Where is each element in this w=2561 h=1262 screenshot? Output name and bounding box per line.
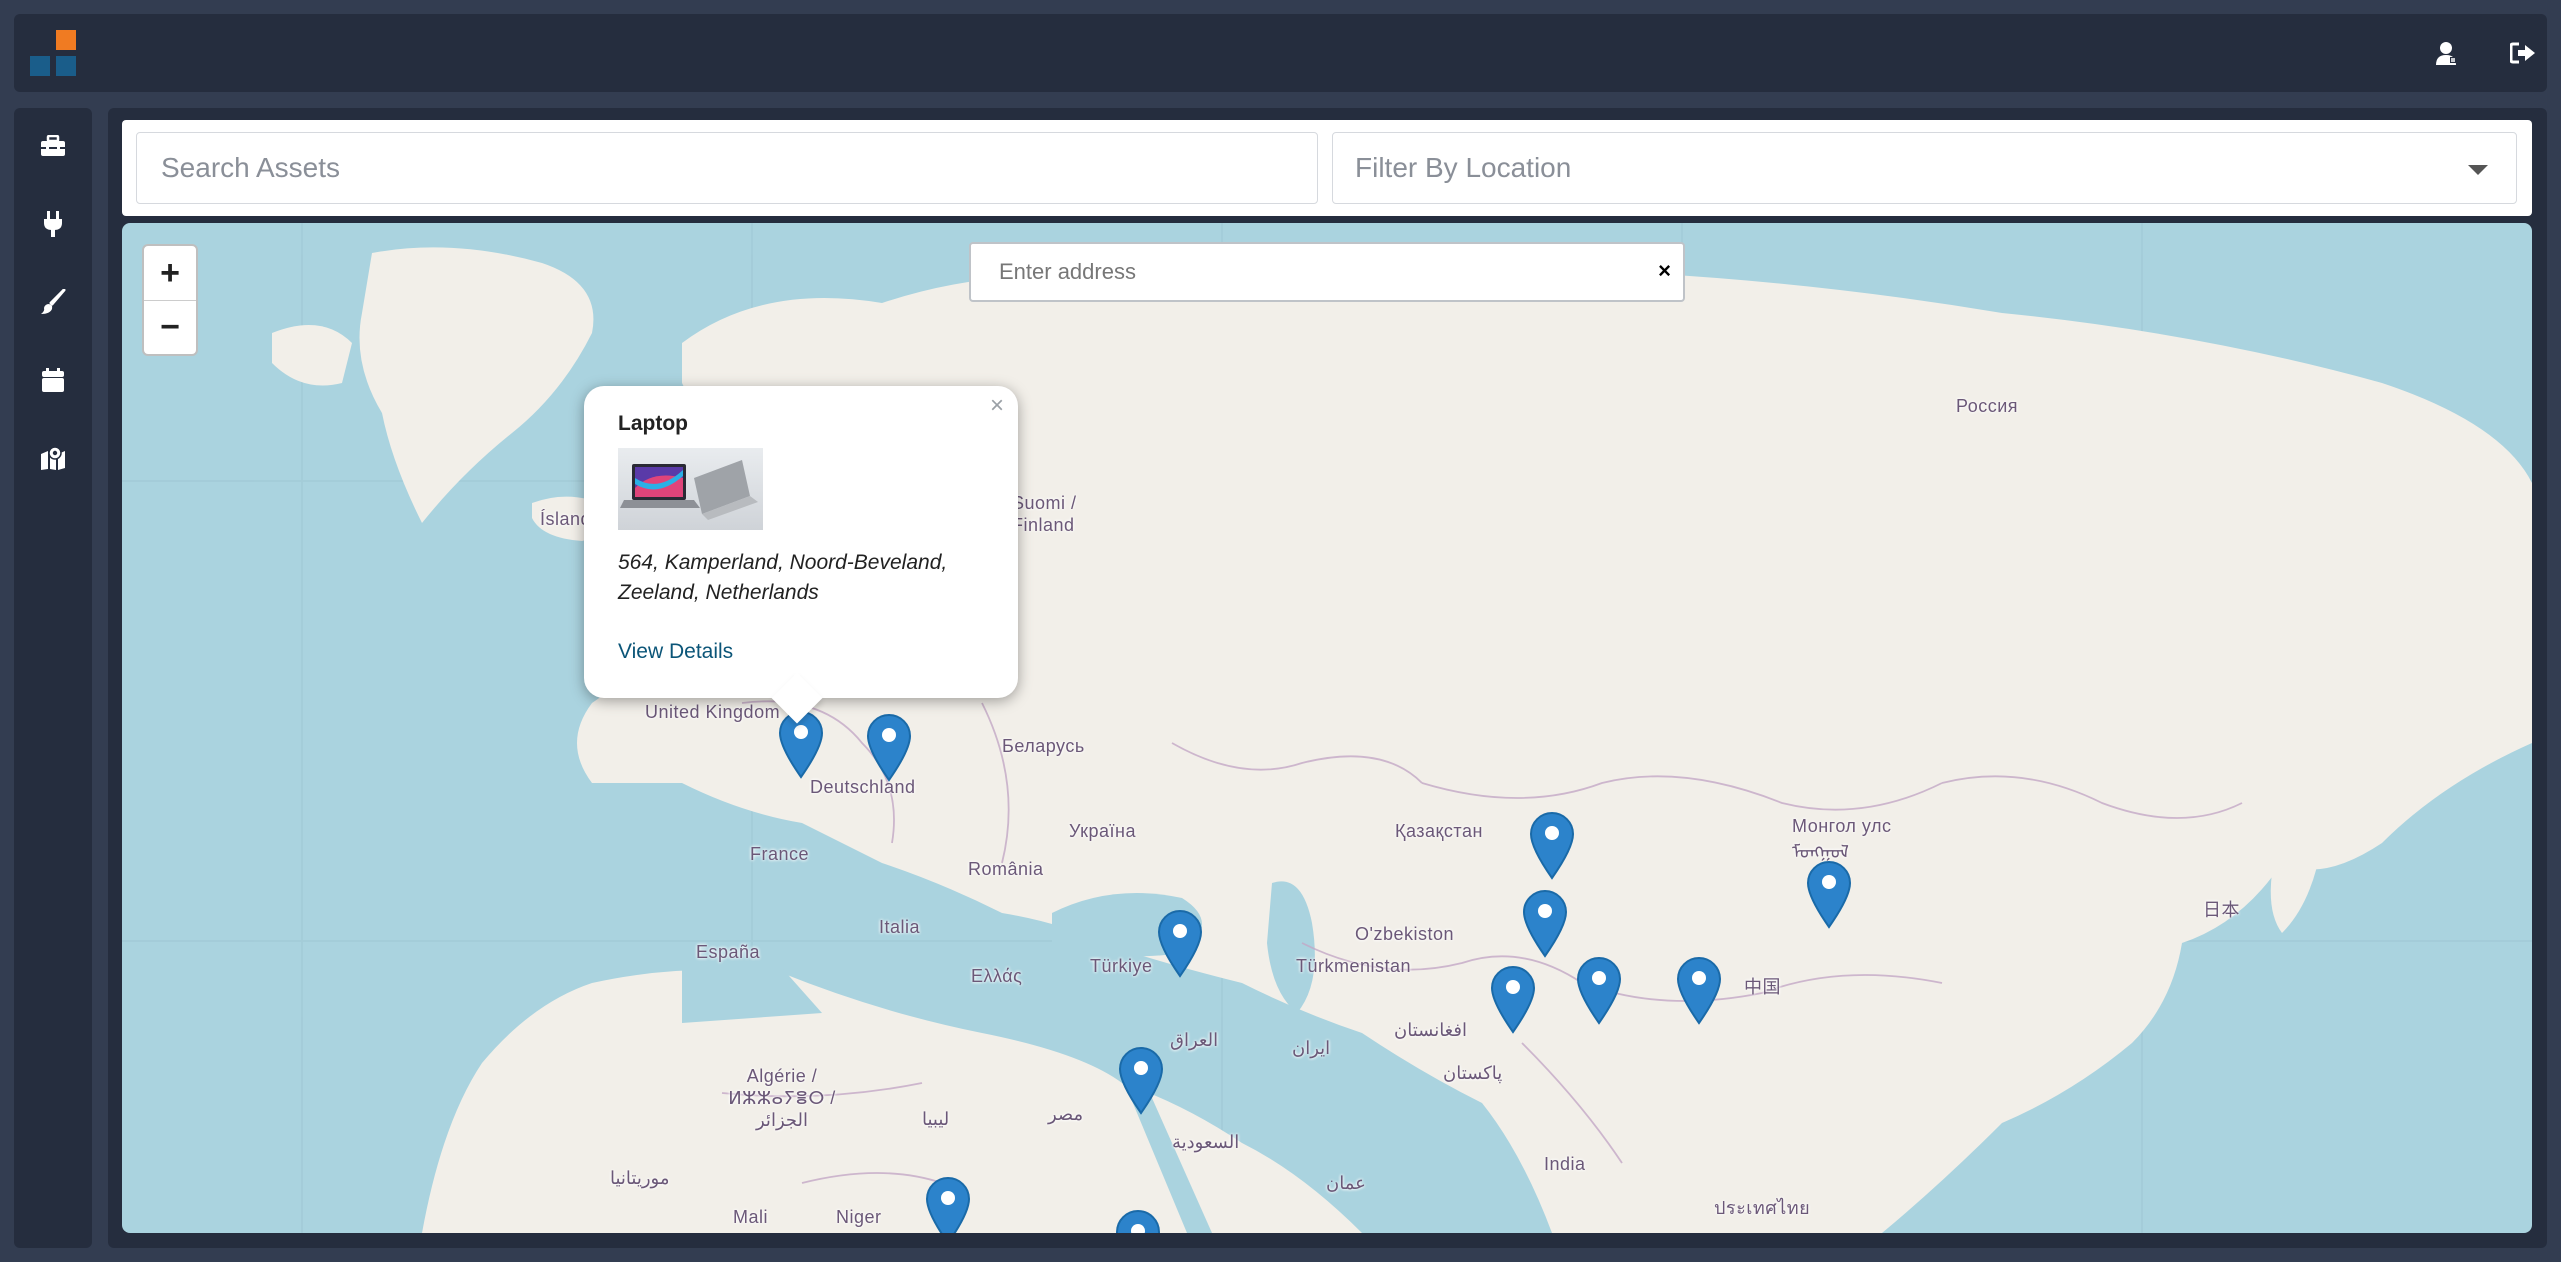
asset-marker[interactable]: [1527, 810, 1577, 880]
asset-marker[interactable]: [1804, 859, 1854, 929]
asset-marker[interactable]: [1155, 908, 1205, 978]
popup-address: 564, Kamperland, Noord-Beveland, Zeeland…: [618, 551, 948, 604]
map-label: Монгол улс ᠮᠣᠩᠭᠣᠯ: [1792, 816, 1892, 862]
asset-marker[interactable]: [1116, 1045, 1166, 1115]
map-label: ایران: [1292, 1038, 1331, 1058]
address-search: ×: [969, 242, 1685, 302]
map-label: افغانستان: [1394, 1020, 1467, 1040]
asset-marker[interactable]: [776, 709, 826, 779]
map-label: Algérie / ⵍⵣⵣⴰⵢⴻⵔ / الجزائر: [728, 1066, 836, 1130]
map-label: مصر: [1048, 1104, 1084, 1124]
map-label: السعودية: [1172, 1132, 1240, 1152]
filter-bar: Filter By Location: [122, 120, 2532, 216]
map-view[interactable]: Россия Ísland Suomi / Finland United Kin…: [122, 223, 2532, 1233]
asset-marker[interactable]: [923, 1175, 973, 1233]
popup-title: Laptop: [618, 412, 688, 435]
calendar-icon[interactable]: [38, 365, 68, 395]
asset-marker[interactable]: [1113, 1208, 1163, 1233]
logout-icon[interactable]: [2508, 38, 2538, 68]
zoom-in-button[interactable]: +: [144, 246, 196, 300]
chevron-down-icon: [2468, 165, 2488, 175]
top-navbar: [14, 14, 2547, 92]
map-label: ليبيا: [922, 1109, 950, 1129]
user-icon[interactable]: [2432, 38, 2462, 68]
map-label: Россия: [1956, 396, 2019, 416]
app-logo[interactable]: [30, 30, 78, 78]
map-label: España: [696, 942, 761, 962]
zoom-control: + −: [142, 244, 198, 356]
location-filter-select[interactable]: Filter By Location: [1332, 132, 2517, 204]
map-label: موريتانيا: [610, 1168, 670, 1188]
map-label: Niger: [836, 1207, 882, 1227]
asset-popup: × Laptop 564, Kamperland, Noord-Beveland…: [584, 386, 1018, 724]
map-label: پاکستان: [1443, 1063, 1503, 1083]
map-label: Mali: [733, 1207, 769, 1227]
zoom-out-button[interactable]: −: [144, 300, 196, 354]
map-label: O'zbekiston: [1355, 924, 1454, 944]
plug-icon[interactable]: [38, 209, 68, 239]
map-label: România: [968, 859, 1044, 879]
map-label: Italia: [879, 917, 921, 937]
map-label: العراق: [1170, 1030, 1219, 1050]
map-label: Ελλάς: [971, 966, 1023, 986]
toolbox-icon[interactable]: [38, 131, 68, 161]
search-assets-input[interactable]: [136, 132, 1318, 204]
brush-icon[interactable]: [38, 287, 68, 317]
asset-marker[interactable]: [1674, 955, 1724, 1025]
map-label: India: [1544, 1154, 1586, 1174]
location-filter-placeholder: Filter By Location: [1355, 152, 1572, 183]
map-basemap: [122, 223, 2532, 1233]
sidebar: [14, 108, 92, 1248]
map-label: Türkiye: [1090, 956, 1153, 976]
map-label: Беларусь: [1002, 736, 1085, 756]
map-label: Україна: [1069, 821, 1136, 841]
map-label: 中国: [1744, 977, 1781, 997]
map-label: Қазақстан: [1395, 821, 1483, 841]
asset-marker[interactable]: [1574, 955, 1624, 1025]
map-label: 日本: [2203, 900, 2240, 920]
map-label: Türkmenistan: [1296, 956, 1412, 976]
map-label: United Kingdom: [645, 702, 781, 722]
map-marker-icon[interactable]: [38, 443, 68, 473]
clear-address-button[interactable]: ×: [1658, 258, 1671, 284]
map-label: ประเทศไทย: [1714, 1198, 1811, 1218]
view-details-link[interactable]: View Details: [618, 640, 733, 664]
map-label: France: [750, 844, 810, 864]
address-input[interactable]: [971, 244, 1631, 300]
asset-thumbnail: [618, 448, 763, 530]
map-label: عمان: [1326, 1173, 1366, 1193]
map-label: Suomi / Finland: [1012, 493, 1077, 535]
asset-marker[interactable]: [1488, 964, 1538, 1034]
asset-marker[interactable]: [1520, 888, 1570, 958]
main-content: Filter By Location: [108, 108, 2547, 1248]
popup-close-button[interactable]: ×: [990, 392, 1004, 420]
asset-marker[interactable]: [864, 712, 914, 782]
